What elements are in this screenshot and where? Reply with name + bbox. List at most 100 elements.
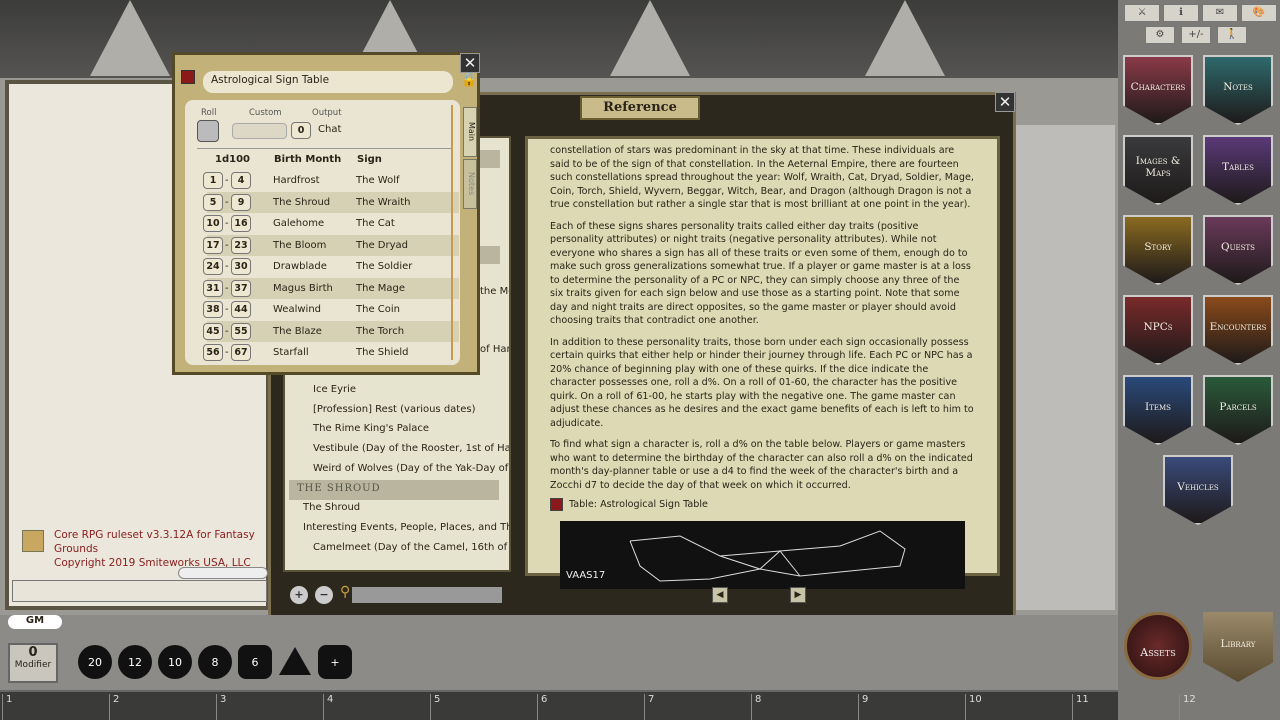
list-item[interactable]: the Mon xyxy=(480,286,509,297)
d6-die-icon[interactable]: 6 xyxy=(238,645,272,679)
list-item[interactable]: Vestibule (Day of the Rooster, 1st of Ha… xyxy=(313,443,509,454)
scrollbar[interactable] xyxy=(451,105,453,360)
column-header: 1d100 xyxy=(215,154,250,165)
tab-main[interactable]: Main xyxy=(463,107,477,157)
modifier-box[interactable]: 0 Modifier xyxy=(8,643,58,683)
range-to: 23 xyxy=(231,236,251,254)
range-dash: - xyxy=(225,261,229,272)
modifier-label: Modifier xyxy=(14,660,52,670)
hotkey-slot[interactable]: 11 xyxy=(1072,694,1089,720)
d8-die-icon[interactable]: 8 xyxy=(198,645,232,679)
range-from: 31 xyxy=(203,279,223,297)
reference-title: Reference xyxy=(580,96,700,120)
hotkey-slot[interactable]: 7 xyxy=(644,694,654,720)
range-to: 37 xyxy=(231,279,251,297)
close-reference-button[interactable]: ✕ xyxy=(995,92,1015,112)
hotkey-slot[interactable]: 5 xyxy=(430,694,440,720)
search-input[interactable] xyxy=(352,587,502,603)
output-value[interactable]: Chat xyxy=(318,124,341,135)
hotkey-slot[interactable]: 10 xyxy=(965,694,982,720)
chat-messages: Core RPG ruleset v3.3.12A for Fantasy Gr… xyxy=(22,528,262,570)
background-panel xyxy=(1015,125,1115,610)
birth-month: Magus Birth xyxy=(273,282,333,294)
reference-text: constellation of stars was predominant i… xyxy=(525,136,1000,589)
toolbar-button[interactable]: ⚙ xyxy=(1145,26,1175,44)
chat-input[interactable] xyxy=(12,580,267,602)
birth-month: The Shroud xyxy=(273,196,331,208)
range-from: 10 xyxy=(203,215,223,232)
hotkey-slot[interactable]: 3 xyxy=(216,694,226,720)
list-item[interactable]: Ice Eyrie xyxy=(313,384,356,395)
output-label: Output xyxy=(312,108,342,118)
zoom-in-button[interactable]: + xyxy=(290,586,308,604)
range-to: 44 xyxy=(231,301,251,318)
sign: The Shield xyxy=(356,347,409,358)
search-icon: ⚲ xyxy=(340,584,351,600)
d20-die-icon[interactable]: 20 xyxy=(78,645,112,679)
range-dash: - xyxy=(225,347,229,358)
toolbar-button[interactable]: ✉ xyxy=(1202,4,1238,22)
next-page-button[interactable]: ▶ xyxy=(790,587,806,603)
birth-month: Hardfrost xyxy=(273,175,320,186)
hotkey-slot[interactable]: 9 xyxy=(858,694,868,720)
close-table-button[interactable]: ✕ xyxy=(460,53,480,73)
table-content: Roll Custom 0 Output Chat 1d100 Birth Mo… xyxy=(185,100,460,365)
custom-modifier[interactable]: 0 xyxy=(291,122,311,139)
list-item[interactable]: Weird of Wolves (Day of the Yak-Day of t… xyxy=(313,463,509,474)
birth-month: The Blaze xyxy=(273,325,322,337)
list-item[interactable]: of Har xyxy=(480,344,509,355)
list-item[interactable]: [Profession] Rest (various dates) xyxy=(313,404,475,415)
range-dash: - xyxy=(225,325,229,337)
toolbar-button[interactable]: 🎨 xyxy=(1241,4,1277,22)
birth-month: The Bloom xyxy=(273,239,327,251)
roll-button[interactable] xyxy=(197,120,219,142)
range-from: 17 xyxy=(203,236,223,254)
sign: The Mage xyxy=(356,282,406,294)
range-dash: - xyxy=(225,196,229,208)
birth-month: Galehome xyxy=(273,218,325,229)
table-row: 31-37 Magus Birth The Mage xyxy=(203,277,459,299)
list-item[interactable]: Camelmeet (Day of the Camel, 16th of The… xyxy=(313,542,509,553)
hotkey-slot[interactable]: 4 xyxy=(323,694,333,720)
hotkey-slot[interactable]: 6 xyxy=(537,694,547,720)
tab-notes[interactable]: Notes xyxy=(463,159,477,209)
custom-dice-field[interactable] xyxy=(232,123,287,139)
hotkey-slot[interactable]: 1 xyxy=(2,694,12,720)
d12-die-icon[interactable]: 12 xyxy=(118,645,152,679)
d20-logo-icon xyxy=(22,530,44,552)
chat-mode-button[interactable] xyxy=(178,567,268,579)
assets-button[interactable]: Assets xyxy=(1124,612,1192,680)
table-row: 17-23 The Bloom The Dryad xyxy=(203,234,459,256)
table-row: 24-30 Drawblade The Soldier xyxy=(203,256,459,277)
paragraph: To find what sign a character is, roll a… xyxy=(550,439,973,491)
column-header: Birth Month xyxy=(274,154,342,165)
table-link[interactable]: Table: Astrological Sign Table xyxy=(550,498,975,512)
range-to: 30 xyxy=(231,258,251,275)
zoom-out-button[interactable]: − xyxy=(315,586,333,604)
add-die-button[interactable]: + xyxy=(318,645,352,679)
hotkey-slot[interactable]: 2 xyxy=(109,694,119,720)
table-icon xyxy=(550,498,563,512)
range-to: 4 xyxy=(231,172,251,189)
roll-label: Roll xyxy=(201,108,217,118)
hotkey-slot[interactable]: 12 xyxy=(1179,694,1196,720)
d10-die-icon[interactable]: 10 xyxy=(158,645,192,679)
previous-page-button[interactable]: ◀ xyxy=(712,587,728,603)
d4-die-icon[interactable] xyxy=(278,645,312,679)
list-section-header[interactable]: THE SHROUD xyxy=(289,479,499,500)
table-row: 45-55 The Blaze The Torch xyxy=(203,320,459,342)
range-dash: - xyxy=(225,304,229,315)
toolbar-button[interactable]: ⚔ xyxy=(1124,4,1160,22)
list-item[interactable]: Interesting Events, People, Places, and … xyxy=(303,522,509,533)
toolbar-button[interactable]: ℹ xyxy=(1163,4,1199,22)
toolbar-button[interactable]: 🚶 xyxy=(1217,26,1247,44)
toolbar-button[interactable]: +/- xyxy=(1181,26,1211,44)
sign: The Wolf xyxy=(356,175,400,186)
custom-label: Custom xyxy=(249,108,282,118)
lock-icon[interactable]: 🔒 xyxy=(461,73,477,88)
constellation-drawing xyxy=(629,529,906,582)
hotkey-slot[interactable]: 8 xyxy=(751,694,761,720)
list-item[interactable]: The Shroud xyxy=(303,502,360,513)
table-row: 1-4 Hardfrost The Wolf xyxy=(203,170,459,191)
list-item[interactable]: The Rime King's Palace xyxy=(313,423,429,434)
